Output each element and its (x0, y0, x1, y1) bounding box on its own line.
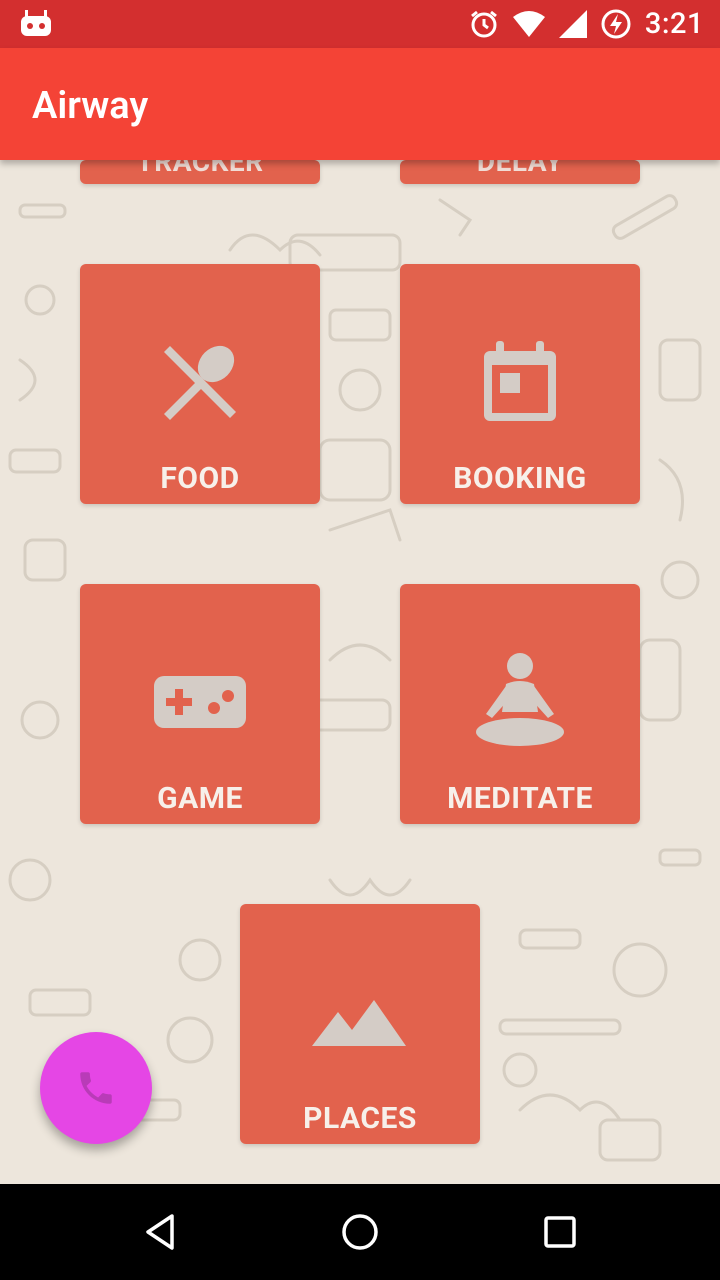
food-label: FOOD (160, 461, 240, 496)
back-button[interactable] (136, 1208, 184, 1256)
home-button[interactable] (336, 1208, 384, 1256)
wifi-icon (512, 11, 545, 37)
food-tile[interactable]: FOOD (80, 264, 320, 504)
alarm-icon (470, 10, 497, 38)
tracker-label: TRACKER (136, 160, 264, 178)
signal-icon (558, 10, 587, 38)
meditate-tile[interactable]: MEDITATE (400, 584, 640, 824)
app-title: Airway (32, 84, 149, 128)
gamepad-icon (154, 676, 246, 728)
booking-tile[interactable]: BOOKING (400, 264, 640, 504)
meditate-icon (476, 653, 564, 746)
recents-icon (544, 1216, 576, 1248)
calendar-icon (484, 341, 556, 421)
tracker-tile[interactable]: TRACKER (80, 160, 320, 184)
home-icon (342, 1214, 378, 1250)
game-tile[interactable]: GAME (80, 584, 320, 824)
delay-label: DELAY (476, 160, 564, 178)
navigation-bar (0, 1184, 720, 1280)
places-label: PLACES (303, 1101, 417, 1136)
food-icon (164, 345, 236, 420)
phone-icon (80, 1072, 112, 1104)
robot-icon (21, 10, 51, 36)
call-fab[interactable] (40, 1032, 152, 1144)
status-time: 3:21 (644, 7, 704, 41)
meditate-label: MEDITATE (447, 781, 593, 816)
battery-charging-icon (601, 9, 631, 39)
game-label: GAME (157, 781, 243, 816)
landscape-icon (312, 1000, 406, 1046)
delay-tile[interactable]: DELAY (400, 160, 640, 184)
recents-button[interactable] (536, 1208, 584, 1256)
places-tile[interactable]: PLACES (240, 904, 480, 1144)
tile-grid[interactable]: TRACKER DELAY FOOD BOOKING GAME MEDITATE… (0, 160, 720, 1184)
booking-label: BOOKING (453, 461, 587, 496)
status-bar: 3:21 (0, 0, 720, 48)
app-bar: Airway (0, 48, 720, 160)
back-icon (146, 1214, 174, 1250)
